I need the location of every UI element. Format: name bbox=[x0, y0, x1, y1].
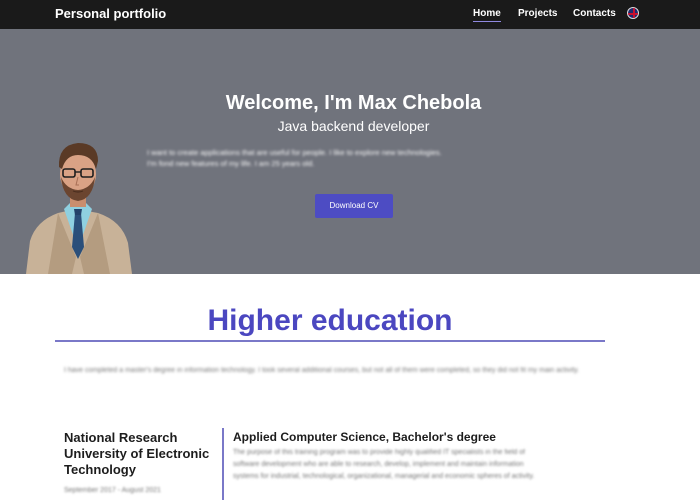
avatar-illustration bbox=[26, 143, 132, 274]
site-brand[interactable]: Personal portfolio bbox=[55, 6, 166, 21]
hero-section: Welcome, I'm Max Chebola Java backend de… bbox=[0, 29, 700, 274]
download-cv-button[interactable]: Download CV bbox=[315, 194, 393, 218]
nav-projects-link[interactable]: Projects bbox=[518, 8, 557, 19]
degree-description: The purpose of this training program was… bbox=[233, 449, 535, 480]
education-intro: I have completed a master's degree in in… bbox=[64, 367, 580, 374]
section-divider bbox=[55, 340, 605, 342]
active-underline bbox=[473, 21, 501, 22]
study-dates: September 2017 - August 2021 bbox=[64, 487, 161, 494]
hero-title: Welcome, I'm Max Chebola bbox=[225, 92, 482, 114]
nav-home-label: Home bbox=[473, 8, 501, 19]
university-name: National Research University of Electron… bbox=[64, 430, 210, 477]
degree-title: Applied Computer Science, Bachelor's deg… bbox=[233, 430, 496, 444]
language-flag-icon[interactable] bbox=[627, 7, 639, 19]
hero-description: I want to create applications that are u… bbox=[147, 148, 442, 168]
vertical-divider bbox=[222, 428, 224, 500]
nav-home-link[interactable]: Home bbox=[473, 8, 501, 22]
nav-contacts-link[interactable]: Contacts bbox=[573, 8, 616, 19]
navbar: Personal portfolio Home Projects Contact… bbox=[0, 0, 700, 29]
education-heading: Higher education bbox=[207, 304, 453, 337]
